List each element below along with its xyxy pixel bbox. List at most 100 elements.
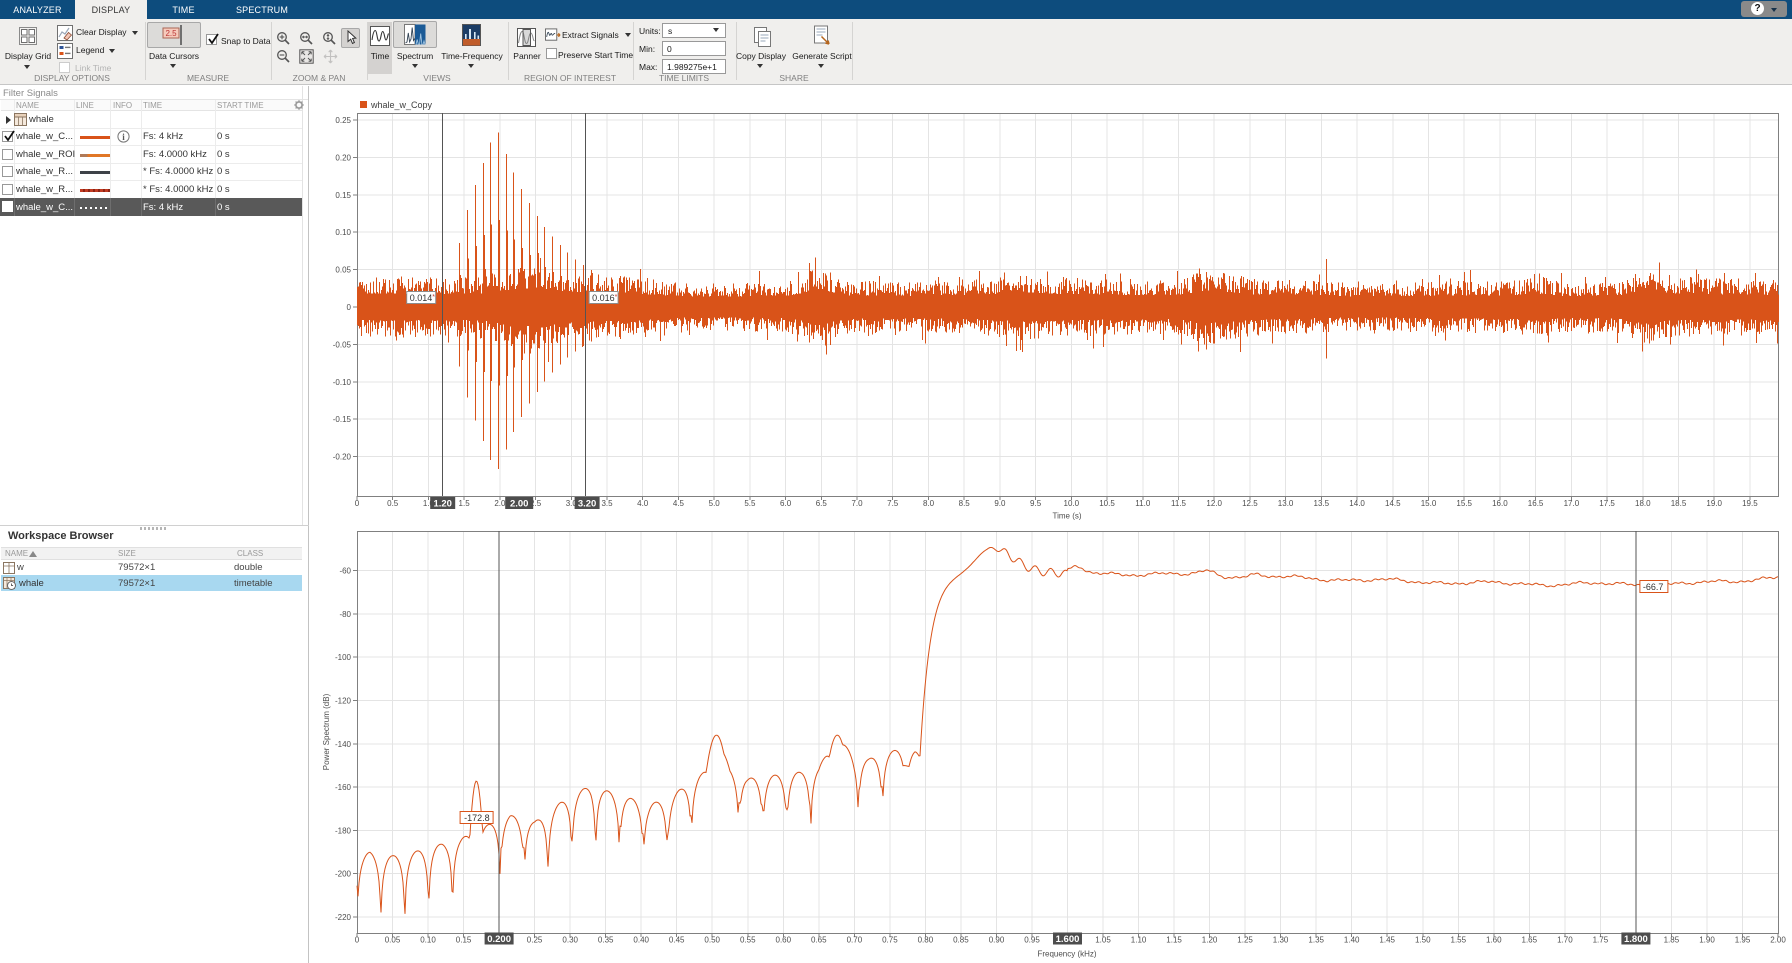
svg-text:15.0: 15.0 (1421, 499, 1437, 508)
svg-text:0.60: 0.60 (776, 936, 792, 945)
svg-text:0.50: 0.50 (704, 936, 720, 945)
svg-text:0.75: 0.75 (882, 936, 898, 945)
svg-text:Power Spectrum (dB): Power Spectrum (dB) (322, 693, 331, 770)
svg-text:-80: -80 (339, 610, 351, 619)
svg-text:1.50: 1.50 (1415, 936, 1431, 945)
svg-text:1.30: 1.30 (1273, 936, 1289, 945)
svg-text:1.55: 1.55 (1451, 936, 1467, 945)
svg-text:2.5: 2.5 (165, 29, 177, 38)
svg-text:6.0: 6.0 (780, 499, 792, 508)
svg-text:0.05: 0.05 (385, 936, 401, 945)
svg-text:6.5: 6.5 (816, 499, 828, 508)
svg-text:7.5: 7.5 (887, 499, 899, 508)
svg-text:15.5: 15.5 (1456, 499, 1472, 508)
svg-text:0.10: 0.10 (420, 936, 436, 945)
svg-text:4.0: 4.0 (637, 499, 649, 508)
svg-text:-0.20: -0.20 (333, 453, 352, 462)
svg-text:whale_w_Copy: whale_w_Copy (370, 100, 433, 110)
svg-text:-220: -220 (335, 913, 352, 922)
svg-text:-140: -140 (335, 740, 352, 749)
svg-text:0.15: 0.15 (335, 191, 351, 200)
svg-text:0.90: 0.90 (989, 936, 1005, 945)
svg-text:0.014*: 0.014* (410, 293, 436, 303)
svg-text:0.45: 0.45 (669, 936, 685, 945)
svg-text:1.70: 1.70 (1557, 936, 1573, 945)
svg-text:1.800: 1.800 (1624, 934, 1648, 945)
svg-text:0: 0 (355, 936, 360, 945)
svg-text:16.0: 16.0 (1492, 499, 1508, 508)
svg-text:0.200: 0.200 (487, 934, 511, 945)
svg-text:Time (s): Time (s) (1052, 512, 1081, 521)
svg-text:1.60: 1.60 (1486, 936, 1502, 945)
svg-text:-200: -200 (335, 870, 352, 879)
svg-text:1.85: 1.85 (1664, 936, 1680, 945)
svg-text:-0.15: -0.15 (333, 415, 352, 424)
svg-text:13.5: 13.5 (1314, 499, 1330, 508)
svg-text:-66.7: -66.7 (1643, 582, 1664, 592)
svg-text:1.600: 1.600 (1056, 934, 1080, 945)
svg-text:0.15: 0.15 (456, 936, 472, 945)
svg-text:14.0: 14.0 (1349, 499, 1365, 508)
svg-text:-180: -180 (335, 826, 352, 835)
svg-text:0.70: 0.70 (847, 936, 863, 945)
svg-text:5.5: 5.5 (744, 499, 756, 508)
svg-text:19.5: 19.5 (1742, 499, 1758, 508)
svg-text:3.5: 3.5 (601, 499, 613, 508)
svg-text:18.0: 18.0 (1635, 499, 1651, 508)
svg-text:4.5: 4.5 (673, 499, 685, 508)
svg-text:1.45: 1.45 (1379, 936, 1395, 945)
svg-text:7.0: 7.0 (851, 499, 863, 508)
svg-text:1.15: 1.15 (1166, 936, 1182, 945)
svg-text:2.00: 2.00 (510, 499, 529, 510)
svg-text:-160: -160 (335, 783, 352, 792)
svg-text:8.0: 8.0 (923, 499, 935, 508)
svg-text:0.30: 0.30 (562, 936, 578, 945)
svg-text:0.95: 0.95 (1024, 936, 1040, 945)
svg-text:13.0: 13.0 (1278, 499, 1294, 508)
svg-text:16.5: 16.5 (1528, 499, 1544, 508)
svg-text:1.35: 1.35 (1308, 936, 1324, 945)
svg-text:1.95: 1.95 (1735, 936, 1751, 945)
svg-text:17.5: 17.5 (1599, 499, 1615, 508)
svg-text:0.5: 0.5 (387, 499, 399, 508)
svg-text:1.10: 1.10 (1131, 936, 1147, 945)
svg-text:1.25: 1.25 (1237, 936, 1253, 945)
svg-text:0: 0 (355, 499, 360, 508)
svg-text:5.0: 5.0 (709, 499, 721, 508)
svg-text:10.0: 10.0 (1064, 499, 1080, 508)
svg-text:3.20: 3.20 (578, 499, 597, 510)
svg-text:1.5: 1.5 (459, 499, 471, 508)
svg-text:18.5: 18.5 (1671, 499, 1687, 508)
svg-text:1.90: 1.90 (1699, 936, 1715, 945)
svg-text:0.25: 0.25 (527, 936, 543, 945)
svg-text:14.5: 14.5 (1385, 499, 1401, 508)
svg-text:-0.05: -0.05 (333, 340, 352, 349)
svg-text:17.0: 17.0 (1564, 499, 1580, 508)
svg-text:Frequency (kHz): Frequency (kHz) (1037, 950, 1096, 959)
svg-text:9.5: 9.5 (1030, 499, 1042, 508)
svg-text:0.25: 0.25 (335, 116, 351, 125)
svg-text:0.85: 0.85 (953, 936, 969, 945)
svg-text:9.0: 9.0 (994, 499, 1006, 508)
svg-text:1.05: 1.05 (1095, 936, 1111, 945)
svg-text:0: 0 (347, 303, 352, 312)
svg-text:2.00: 2.00 (1770, 936, 1786, 945)
svg-text:0.40: 0.40 (633, 936, 649, 945)
svg-text:12.0: 12.0 (1206, 499, 1222, 508)
svg-text:-172.8: -172.8 (464, 813, 490, 823)
svg-text:8.5: 8.5 (959, 499, 971, 508)
svg-text:11.5: 11.5 (1171, 499, 1187, 508)
svg-text:0.10: 0.10 (335, 228, 351, 237)
svg-text:1.40: 1.40 (1344, 936, 1360, 945)
svg-text:-60: -60 (339, 567, 351, 576)
svg-text:0.016*: 0.016* (592, 293, 618, 303)
svg-text:0.35: 0.35 (598, 936, 614, 945)
svg-text:1.20: 1.20 (433, 499, 452, 510)
svg-text:1.75: 1.75 (1593, 936, 1609, 945)
svg-text:11.0: 11.0 (1135, 499, 1151, 508)
svg-text:0.65: 0.65 (811, 936, 827, 945)
svg-text:0.55: 0.55 (740, 936, 756, 945)
svg-text:-0.10: -0.10 (333, 378, 352, 387)
svg-text:2.0: 2.0 (494, 499, 506, 508)
svg-text:1.20: 1.20 (1202, 936, 1218, 945)
